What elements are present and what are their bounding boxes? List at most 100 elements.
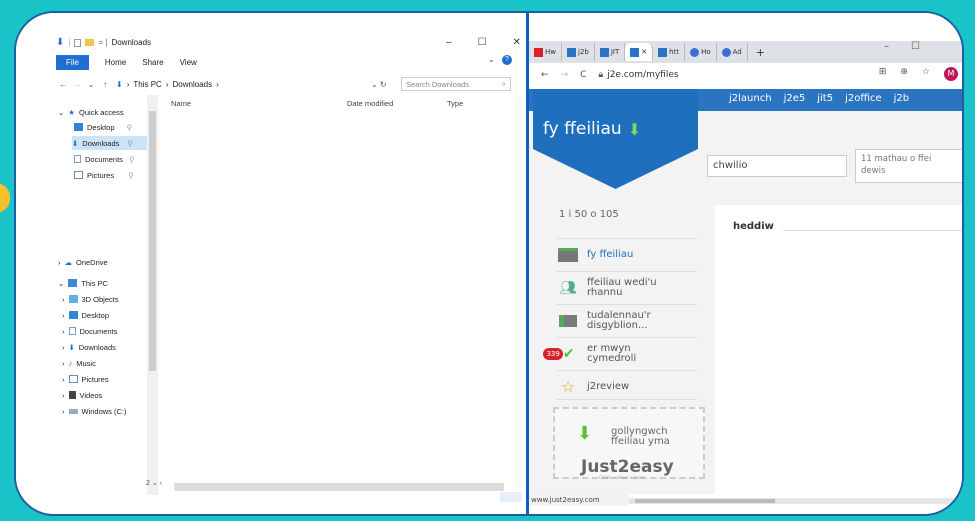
column-date-modified[interactable]: Date modified [347, 99, 393, 108]
nav-pc-windows-c[interactable]: › Windows (C:) [62, 404, 127, 418]
page-header-banner [533, 89, 698, 189]
logo-tagline: Create • Share • Learn [599, 475, 645, 480]
nav-scrollbar-thumb[interactable] [149, 111, 156, 371]
sidebar-item-moderation[interactable]: 339 ✔ er mwyn cymedroli [539, 338, 679, 370]
j2e-favicon-icon [658, 47, 668, 57]
nav-pictures[interactable]: Pictures ⚲ [74, 168, 134, 182]
zoom-icon[interactable]: ⊕ [900, 67, 908, 81]
ribbon-tab-home[interactable]: Home [105, 58, 126, 67]
column-name[interactable]: Name [171, 99, 191, 108]
reload-icon[interactable]: C [580, 70, 586, 80]
recent-dropdown-icon[interactable]: ⌄ [84, 80, 98, 89]
music-icon: ♪ [68, 358, 73, 368]
favicon-icon [534, 47, 543, 57]
page-title: fy ffeiliau ⬇ [543, 119, 642, 139]
nav-3d-objects[interactable]: › 3D Objects [62, 292, 119, 306]
documents-icon [68, 327, 76, 335]
maximize-button[interactable]: ☐ [478, 37, 487, 48]
nav-pc-documents[interactable]: › Documents [62, 324, 117, 338]
ribbon-tab-share[interactable]: Share [142, 58, 163, 67]
expand-ribbon-icon[interactable]: ⌄ [488, 55, 495, 64]
sidebar-item-shared-files[interactable]: 👥︎ ffeiliau wedi'u rhannu [557, 272, 697, 304]
tab-7[interactable]: Ad [717, 43, 748, 61]
nav-quick-access[interactable]: ⌄ ★ Quick access [58, 105, 124, 119]
maximize-button[interactable]: ☐ [911, 41, 920, 52]
download-arrow-icon: ⬇ [68, 342, 75, 352]
nav-documents[interactable]: Documents ⚲ [74, 152, 134, 166]
sidebar-item-pupil-pages[interactable]: tudalennau'r disgyblion... [557, 305, 697, 337]
tab-5[interactable]: htt [653, 43, 686, 61]
folder-icon [557, 246, 579, 264]
checklist-icon[interactable] [74, 38, 82, 47]
back-arrow-icon[interactable]: ← [541, 70, 549, 80]
new-tab-button[interactable]: + [748, 46, 773, 59]
translate-icon[interactable]: ⊞ [879, 67, 887, 81]
breadcrumb-downloads[interactable]: Downloads [173, 80, 213, 89]
bookmark-star-icon[interactable]: ☆ [922, 67, 930, 81]
tab-active[interactable]: ✕ [625, 43, 654, 61]
nav-desktop[interactable]: Desktop ⚲ [74, 120, 132, 134]
download-arrow-icon: ⬇ [72, 138, 79, 148]
address-bar-row: ← → ⌄ ↑ ⬇ › This PC › Downloads › ⌄ ↻ Se… [56, 76, 526, 92]
forward-arrow-icon[interactable]: → [561, 70, 569, 80]
cube-icon [68, 295, 78, 303]
column-type[interactable]: Type [447, 99, 463, 108]
breadcrumb-this-pc[interactable]: This PC [133, 80, 161, 89]
desktop-icon [68, 311, 78, 319]
nav-pc-desktop[interactable]: › Desktop [62, 308, 109, 322]
nav-link-jit5[interactable]: jit5 [817, 93, 833, 104]
file-drop-zone[interactable]: ⬇ gollyngwch ffeiliau yma Just2easy Creat… [553, 407, 705, 480]
close-button[interactable]: ✕ [513, 37, 521, 48]
tab-3[interactable]: JIT [595, 43, 626, 61]
moderation-count-badge: 339 [543, 348, 563, 360]
search-input[interactable]: chwilio [707, 155, 847, 177]
content-scrollbar[interactable] [513, 97, 523, 487]
horizontal-scrollbar[interactable] [174, 483, 504, 491]
forward-arrow-icon[interactable]: → [70, 80, 84, 89]
pupil-folder-icon [557, 312, 579, 330]
browser-toolbar-actions: ⊞ ⊕ ☆ M [879, 67, 958, 81]
tab-1[interactable]: Hw [529, 43, 562, 61]
nav-link-j2e5[interactable]: j2e5 [784, 93, 806, 104]
j2e-favicon-icon [630, 47, 640, 57]
tab-2[interactable]: j2b [562, 43, 595, 61]
nav-downloads[interactable]: ⬇ Downloads ⚲ [72, 136, 156, 150]
file-type-filter[interactable]: 11 mathau o ffei dewis [855, 149, 962, 183]
people-icon: 👥︎ [559, 280, 577, 296]
minimize-button[interactable]: – [884, 41, 889, 52]
page-scrollbar-thumb[interactable] [635, 499, 775, 503]
refresh-icon[interactable]: ⌄ ↻ [371, 80, 401, 89]
avatar[interactable]: M [944, 67, 958, 81]
upload-box-icon: ⬇ [577, 423, 593, 444]
section-heading-today: heddiw [733, 221, 774, 232]
search-input[interactable]: Search Downloads ⌕ [401, 77, 511, 91]
videos-icon [68, 391, 76, 399]
nav-link-j2launch[interactable]: j2launch [729, 93, 772, 104]
nav-pc-music[interactable]: › ♪ Music [62, 356, 96, 370]
explorer-window-controls: – ☐ ✕ [446, 37, 521, 48]
view-toggle-buttons[interactable] [500, 492, 522, 502]
up-arrow-icon[interactable]: ↑ [98, 80, 112, 89]
nav-pc-pictures[interactable]: › Pictures [62, 372, 109, 386]
url-field[interactable]: j2e.com/myfiles [607, 70, 678, 80]
window-title: Downloads [111, 38, 152, 47]
ribbon-tab-view[interactable]: View [180, 58, 197, 67]
nav-this-pc[interactable]: ⌄ This PC [58, 276, 108, 290]
nav-pc-videos[interactable]: › Videos [62, 388, 102, 402]
breadcrumb[interactable]: ⬇ › This PC › Downloads › [116, 80, 371, 89]
status-url: www.just2easy.com [529, 494, 629, 506]
sidebar-item-my-files[interactable]: fy ffeiliau [557, 239, 697, 271]
chrome-favicon-icon [690, 47, 700, 57]
nav-link-j2b[interactable]: j2b [894, 93, 910, 104]
nav-link-j2office[interactable]: j2office [845, 93, 882, 104]
tab-6[interactable]: Ho [685, 43, 717, 61]
nav-onedrive[interactable]: › ☁ OneDrive [58, 255, 108, 269]
lock-icon: 🔒︎ [598, 70, 604, 80]
close-tab-icon[interactable]: ✕ [641, 48, 647, 56]
help-icon[interactable]: ? [502, 55, 512, 65]
back-arrow-icon[interactable]: ← [56, 80, 70, 89]
ribbon-tab-file[interactable]: File [56, 55, 89, 70]
nav-pc-downloads[interactable]: › ⬇ Downloads [62, 340, 116, 354]
minimize-button[interactable]: – [446, 37, 452, 48]
divider [783, 230, 962, 231]
